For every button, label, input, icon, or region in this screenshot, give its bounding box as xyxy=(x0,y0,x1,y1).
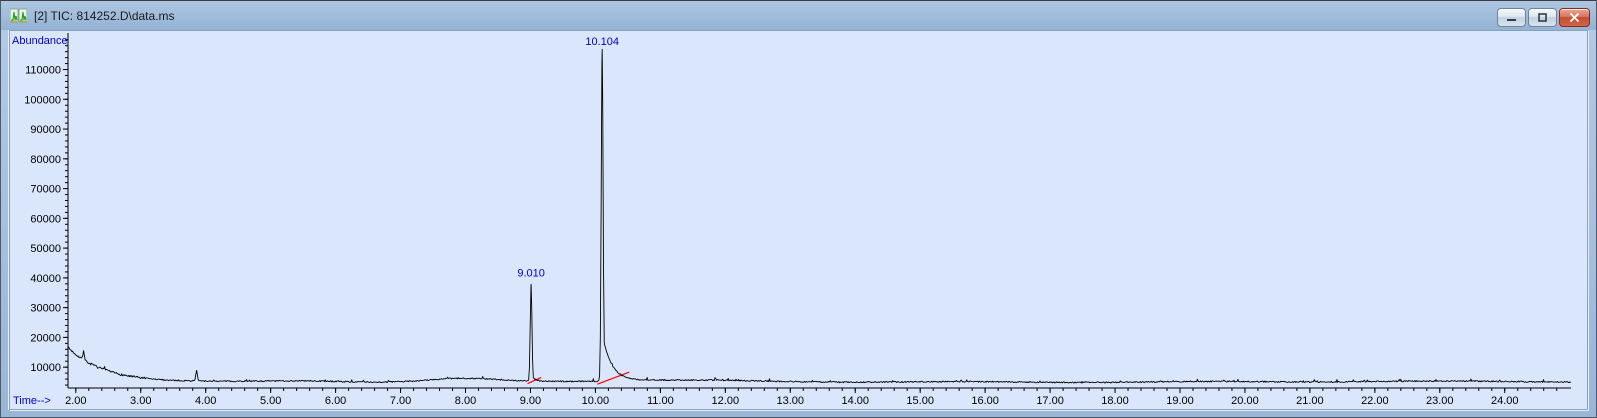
svg-text:10000: 10000 xyxy=(30,362,61,374)
chromatogram-plot-area[interactable]: 10000 20000 30000 40000 50000 60000 70000 80000… xyxy=(9,30,1588,410)
svg-text:20.00: 20.00 xyxy=(1231,395,1259,407)
svg-text:10.104: 10.104 xyxy=(585,36,619,48)
svg-text:6.00: 6.00 xyxy=(325,395,346,407)
svg-text:110000: 110000 xyxy=(25,65,61,77)
svg-text:11.00: 11.00 xyxy=(647,395,674,407)
svg-text:40000: 40000 xyxy=(30,273,61,285)
svg-text:21.00: 21.00 xyxy=(1296,395,1324,407)
svg-text:16.00: 16.00 xyxy=(971,395,999,407)
minimize-icon xyxy=(1507,19,1516,21)
svg-text:60000: 60000 xyxy=(30,213,61,225)
svg-text:18.00: 18.00 xyxy=(1101,395,1129,407)
title-bar[interactable]: [2] TIC: 814252.D\data.ms xyxy=(1,1,1596,30)
svg-text:3.00: 3.00 xyxy=(130,395,151,407)
svg-text:80000: 80000 xyxy=(30,154,61,166)
svg-text:Abundance: Abundance xyxy=(12,35,68,47)
svg-text:9.00: 9.00 xyxy=(520,395,541,407)
chemstation-chromatogram-window: [2] TIC: 814252.D\data.ms 10000 20000 3000… xyxy=(0,0,1597,418)
maximize-button[interactable] xyxy=(1528,8,1557,27)
svg-text:13.00: 13.00 xyxy=(777,395,805,407)
maximize-icon xyxy=(1538,13,1547,22)
svg-text:19.00: 19.00 xyxy=(1166,395,1194,407)
minimize-button[interactable] xyxy=(1497,8,1526,27)
svg-text:5.00: 5.00 xyxy=(260,395,281,407)
chromatogram-svg[interactable]: 10000 20000 30000 40000 50000 60000 70000 80000… xyxy=(10,31,1587,409)
svg-text:24.00: 24.00 xyxy=(1491,395,1519,407)
svg-text:15.00: 15.00 xyxy=(906,395,934,407)
svg-text:70000: 70000 xyxy=(30,184,61,196)
svg-text:4.00: 4.00 xyxy=(195,395,216,407)
svg-text:50000: 50000 xyxy=(30,243,61,255)
svg-text:Time-->: Time--> xyxy=(13,395,51,407)
svg-text:23.00: 23.00 xyxy=(1426,395,1454,407)
svg-text:7.00: 7.00 xyxy=(390,395,411,407)
svg-text:100000: 100000 xyxy=(24,94,61,106)
svg-text:22.00: 22.00 xyxy=(1361,395,1389,407)
svg-text:8.00: 8.00 xyxy=(455,395,476,407)
svg-text:14.00: 14.00 xyxy=(841,395,869,407)
svg-text:30000: 30000 xyxy=(30,303,61,315)
close-button[interactable] xyxy=(1559,8,1590,27)
svg-text:17.00: 17.00 xyxy=(1036,395,1064,407)
window-title: [2] TIC: 814252.D\data.ms xyxy=(34,8,175,23)
svg-text:10.00: 10.00 xyxy=(582,395,610,407)
svg-text:12.00: 12.00 xyxy=(712,395,740,407)
close-icon xyxy=(1569,13,1580,22)
svg-text:20000: 20000 xyxy=(30,332,61,344)
window-controls xyxy=(1497,8,1590,27)
svg-text:2.00: 2.00 xyxy=(65,395,86,407)
svg-text:9.010: 9.010 xyxy=(517,267,545,279)
chromatogram-icon xyxy=(10,8,27,23)
svg-text:90000: 90000 xyxy=(30,124,61,136)
